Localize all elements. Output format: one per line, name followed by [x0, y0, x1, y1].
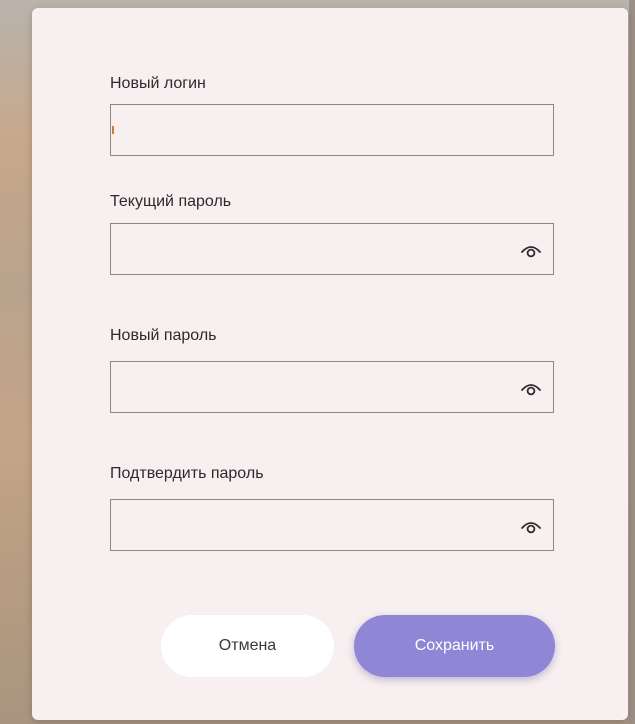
new-password-input[interactable]: [111, 362, 553, 412]
current-password-label: Текущий пароль: [110, 193, 232, 210]
confirm-password-label: Подтвердить пароль: [110, 465, 264, 482]
confirm-password-input[interactable]: [111, 500, 553, 550]
new-login-input[interactable]: [111, 105, 553, 155]
eye-icon[interactable]: [519, 378, 543, 398]
current-password-input[interactable]: [111, 224, 553, 274]
cancel-button[interactable]: Отмена: [161, 615, 334, 677]
confirm-password-field[interactable]: [110, 499, 554, 551]
new-password-label: Новый пароль: [110, 327, 217, 344]
save-button[interactable]: Сохранить: [354, 615, 555, 677]
change-credentials-dialog: Новый логин Текущий пароль Новый пароль …: [32, 8, 628, 720]
background-edge: [629, 0, 635, 724]
new-login-label: Новый логин: [110, 75, 206, 92]
new-password-field[interactable]: [110, 361, 554, 413]
eye-icon[interactable]: [519, 240, 543, 260]
eye-icon[interactable]: [519, 516, 543, 536]
current-password-field[interactable]: [110, 223, 554, 275]
new-login-field[interactable]: [110, 104, 554, 156]
